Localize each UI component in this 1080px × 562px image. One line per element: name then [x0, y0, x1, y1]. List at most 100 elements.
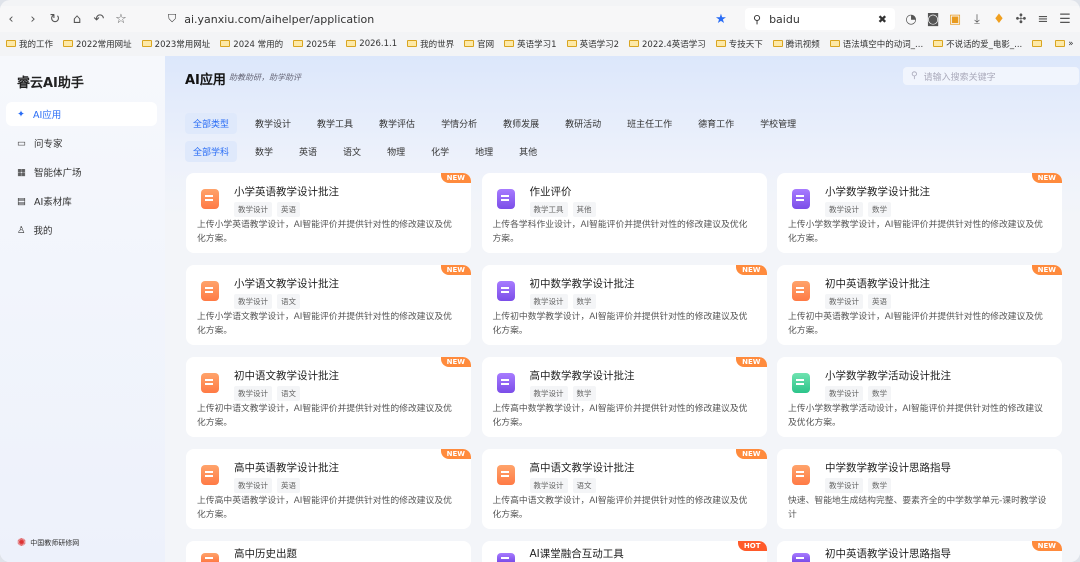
- filter-chip[interactable]: 英语: [291, 141, 325, 162]
- card-tags: 教学设计 语文: [529, 478, 596, 493]
- menu-icon[interactable]: ☰: [1054, 12, 1076, 27]
- card-title: 初中数学教学设计批注: [529, 278, 635, 290]
- bookmark-item[interactable]: 我的世界: [407, 38, 454, 50]
- app-card[interactable]: 小学英语教学设计批注 教学设计 英语 上传小学英语教学设计，AI智能评价并提供针对性的…: [186, 173, 471, 253]
- card-title: 作业评价: [529, 186, 572, 198]
- reload-icon[interactable]: ↻: [44, 12, 66, 27]
- app-card[interactable]: 初中英语教学设计批注 教学设计 英语 上传初中英语教学设计，AI智能评价并提供针对性的…: [777, 265, 1062, 345]
- search-input[interactable]: ⚲ 请输入搜索关键字: [903, 67, 1079, 85]
- card-title: 中学数学教学设计思路指导: [825, 462, 951, 474]
- history-icon[interactable]: ◔: [900, 12, 922, 27]
- filter-chip[interactable]: 数学: [247, 141, 281, 162]
- bookmark-item[interactable]: 2023常用网址: [141, 38, 210, 50]
- card-tags: 教学设计 数学: [825, 478, 891, 493]
- bookmark-item[interactable]: 我的工作: [6, 38, 53, 50]
- bookmark-label: 2025年: [306, 39, 337, 50]
- bookmark-item[interactable]: »: [1055, 39, 1073, 49]
- bookmark-item[interactable]: 语法填空中的动词_...: [829, 38, 923, 50]
- app-card[interactable]: 初中英语教学设计思路指导 NEW: [777, 541, 1062, 562]
- app-card[interactable]: 高中语文教学设计批注 教学设计 语文 上传高中语文教学设计，AI智能评价并提供针对性的…: [481, 449, 767, 529]
- app-card[interactable]: 初中语文教学设计批注 教学设计 语文 上传初中语文教学设计，AI智能评价并提供针对性的…: [186, 357, 471, 437]
- filter-chip[interactable]: 语文: [335, 141, 369, 162]
- app-card[interactable]: 初中数学教学设计批注 教学设计 数学 上传初中数学教学设计，AI智能评价并提供针对性的…: [481, 265, 767, 345]
- filter-chip[interactable]: 教学评估: [371, 113, 423, 134]
- filter-chip[interactable]: 化学: [423, 141, 457, 162]
- app-icon: [201, 189, 219, 209]
- filter-chip[interactable]: 全部学科: [185, 141, 238, 162]
- bookmark-item[interactable]: [1032, 40, 1045, 47]
- app-icon: [792, 465, 810, 485]
- filter-chip[interactable]: 教学设计: [247, 113, 299, 134]
- sidebar-item[interactable]: ▦ 智能体广场: [6, 160, 157, 184]
- bookmark-item[interactable]: 官网: [464, 38, 494, 50]
- download-icon[interactable]: ⤓: [966, 12, 988, 27]
- bookmark-item[interactable]: 英语学习1: [504, 38, 557, 50]
- app-card[interactable]: 高中历史出题: [186, 541, 471, 562]
- clear-icon[interactable]: ✖: [878, 13, 887, 26]
- sidebar-item[interactable]: ♙ 我的: [6, 218, 157, 242]
- bookmark-item[interactable]: 2022常用网址: [63, 38, 132, 50]
- bookmark-item[interactable]: 2026.1.1: [346, 39, 397, 49]
- app-icon: [792, 281, 810, 301]
- shield-ext-icon[interactable]: ♦: [988, 12, 1010, 27]
- bookmark-item[interactable]: 2024 常用的: [220, 38, 283, 50]
- screenshot-icon[interactable]: ◙: [922, 12, 944, 27]
- folder-icon: [715, 40, 726, 47]
- filter-chip[interactable]: 教学工具: [309, 113, 361, 134]
- card-description: 上传小学英语教学设计，AI智能评价并提供针对性的修改建议及优化方案。: [197, 220, 452, 244]
- filter-chip[interactable]: 教师发展: [495, 113, 547, 134]
- status-badge: HOT: [737, 541, 767, 551]
- app-card[interactable]: AI课堂融合互动工具 HOT: [481, 541, 767, 562]
- home-icon[interactable]: ⌂: [66, 12, 88, 27]
- app-card[interactable]: 小学数学教学活动设计批注 教学设计 数学 上传小学数学教学活动设计，AI智能评价并提供…: [777, 357, 1062, 437]
- sidebar-item[interactable]: ✦ AI应用: [6, 102, 157, 126]
- back-icon[interactable]: ‹: [0, 12, 22, 27]
- address-bar[interactable]: ⛉ ai.yanxiu.com/aihelper/application: [160, 8, 620, 30]
- filter-chip[interactable]: 教研活动: [557, 113, 609, 134]
- tag: 语文: [277, 294, 300, 309]
- browser-search-input[interactable]: ⚲ baidu ✖: [745, 8, 895, 30]
- bookmark-item[interactable]: 不说话的爱_电影_...: [933, 38, 1022, 50]
- bookmark-item[interactable]: 2025年: [293, 38, 336, 50]
- app-card[interactable]: 小学语文教学设计批注 教学设计 语文 上传小学语文教学设计，AI智能评价并提供针对性的…: [186, 265, 471, 345]
- filter-chip[interactable]: 地理: [467, 141, 501, 162]
- filter-chip[interactable]: 德育工作: [690, 113, 742, 134]
- bookmark-label: 不说话的爱_电影_...: [946, 39, 1023, 50]
- app-card[interactable]: 作业评价 教学工具 其他 上传各学科作业设计，AI智能评价并提供针对性的修改建议及优化…: [481, 173, 767, 253]
- folder-icon: [346, 40, 357, 47]
- bookmark-item[interactable]: 2022.4英语学习: [629, 38, 706, 50]
- puzzle-icon[interactable]: ✣: [1010, 12, 1032, 27]
- extension-icon[interactable]: ▣: [944, 12, 966, 27]
- sidebar-item[interactable]: ▤ AI素材库: [6, 189, 157, 213]
- user-icon: ♙: [17, 224, 26, 236]
- app-card[interactable]: 中学数学教学设计思路指导 教学设计 数学 快速、智能地生成结构完整、要素齐全的中学数学…: [777, 449, 1062, 529]
- filter-chip[interactable]: 其他: [511, 141, 545, 162]
- app-card[interactable]: 高中英语教学设计批注 教学设计 英语 上传高中英语教学设计，AI智能评价并提供针对性的…: [186, 449, 471, 529]
- undo-icon[interactable]: ↶: [88, 12, 110, 27]
- bookmark-item[interactable]: 英语学习2: [566, 38, 619, 50]
- folder-icon: [220, 40, 231, 47]
- filter-chip[interactable]: 全部类型: [185, 113, 238, 134]
- filter-chip[interactable]: 学校管理: [752, 113, 804, 134]
- app-card[interactable]: 高中数学教学设计批注 教学设计 数学 上传高中数学教学设计，AI智能评价并提供针对性的…: [481, 357, 767, 437]
- filter-chip[interactable]: 物理: [379, 141, 413, 162]
- tag: 教学设计: [529, 478, 568, 493]
- tag: 数学: [572, 386, 596, 401]
- card-title: 小学数学教学设计批注: [825, 186, 930, 198]
- sidebar-item[interactable]: ▭ 问专家: [6, 131, 157, 155]
- status-badge: NEW: [1031, 173, 1062, 183]
- filter-chip[interactable]: 班主任工作: [619, 113, 680, 134]
- card-description: 上传各学科作业设计，AI智能评价并提供针对性的修改建议及优化方案。: [492, 220, 748, 244]
- tag: 教学设计: [825, 386, 863, 401]
- page-subtitle: 助教助研，助学助评: [229, 73, 301, 82]
- star-icon[interactable]: ☆: [110, 12, 132, 27]
- list-icon[interactable]: ≡: [1032, 12, 1054, 27]
- bookmark-star-icon[interactable]: ★: [710, 12, 732, 27]
- bookmark-item[interactable]: 腾讯视频: [772, 38, 820, 50]
- forward-icon[interactable]: ›: [22, 12, 44, 27]
- app-card[interactable]: 小学数学教学设计批注 教学设计 数学 上传小学数学教学设计，AI智能评价并提供针对性的…: [777, 173, 1062, 253]
- bookmark-item[interactable]: 专技天下: [715, 38, 763, 50]
- card-description: 上传高中语文教学设计，AI智能评价并提供针对性的修改建议及优化方案。: [492, 496, 748, 520]
- filter-chip[interactable]: 学情分析: [433, 113, 485, 134]
- tag: 教学设计: [234, 294, 272, 309]
